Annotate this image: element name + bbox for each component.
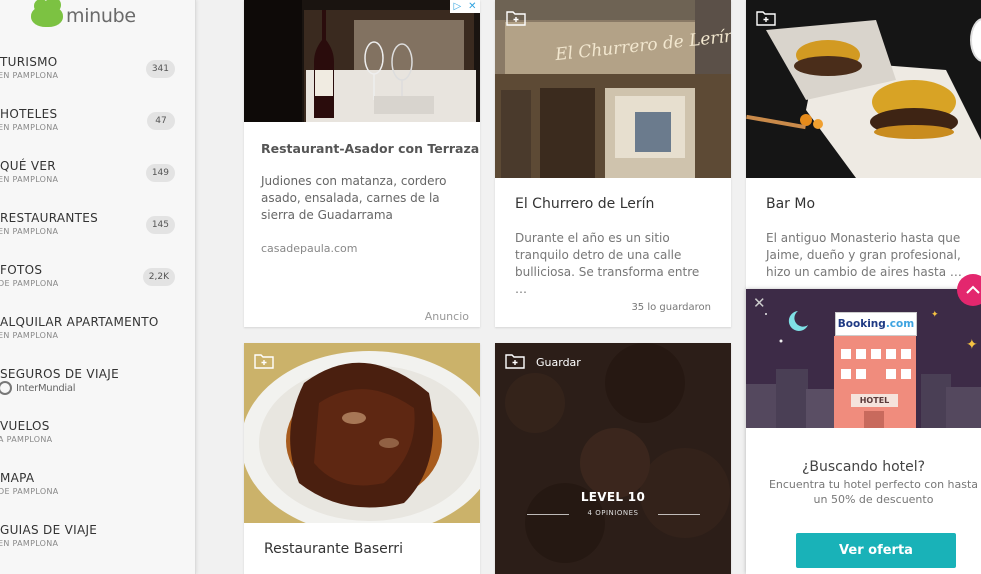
sidebar-item-fotos[interactable]: FOTOS DE PAMPLONA 2,2K	[0, 263, 190, 309]
place-title[interactable]: LEVEL 10	[495, 490, 731, 504]
save-button[interactable]: Guardar	[536, 356, 581, 369]
hotel-illustration: ✦ ✦	[746, 289, 981, 428]
booking-logo-suffix: .com	[885, 318, 915, 330]
intermundial-logo: InterMundial	[0, 381, 76, 395]
sidebar-item-mapa[interactable]: MAPA DE PAMPLONA	[0, 471, 190, 517]
place-title[interactable]: El Churrero de Lerín	[515, 196, 654, 212]
globe-icon	[0, 381, 12, 395]
close-icon[interactable]: ✕	[468, 1, 476, 12]
adchoices-icon: ▷	[453, 1, 462, 12]
place-card-bar-mo[interactable]: Bar Mo El antiguo Monasterio hasta que J…	[746, 0, 981, 290]
place-title[interactable]: Bar Mo	[766, 196, 815, 212]
svg-text:✦: ✦	[931, 310, 939, 320]
count-badge: 145	[145, 216, 175, 234]
sidebar-item-label: ALQUILAR APARTAMENTO	[0, 315, 159, 329]
booking-promo: ✦ ✦ Booking .com HOTEL ✕ ¿Buscando hotel?…	[746, 289, 981, 574]
sidebar-item-label: QUÉ VER	[0, 159, 56, 173]
booking-illustration: ✦ ✦	[746, 289, 981, 428]
place-image	[244, 343, 480, 523]
sidebar-item-vuelos[interactable]: VUELOS A PAMPLONA	[0, 419, 190, 465]
sidebar-item-label: GUIAS DE VIAJE	[0, 523, 98, 537]
sidebar-item-label: MAPA	[0, 471, 35, 485]
minube-logo[interactable]: minube	[31, 0, 136, 27]
sidebar-item-turismo[interactable]: TURISMO EN PAMPLONA 341	[0, 55, 190, 101]
ad-url[interactable]: casadepaula.com	[261, 242, 358, 255]
ad-image	[244, 0, 480, 122]
ad-choices[interactable]: ▷ ✕	[450, 0, 480, 13]
place-description: Durante el año es un sitio tranquilo det…	[515, 231, 700, 296]
page: minube TURISMO EN PAMPLONA 341 HOTELES E…	[0, 0, 981, 574]
sidebar: minube TURISMO EN PAMPLONA 341 HOTELES E…	[0, 0, 196, 574]
ad-label: Anuncio	[424, 310, 469, 323]
review-count: 4 OPINIONES	[587, 509, 639, 517]
close-icon[interactable]: ✕	[753, 294, 766, 312]
ad-description: Judiones con matanza, cordero asado, ens…	[261, 174, 447, 222]
image-overlay	[495, 343, 731, 574]
logo-text: minube	[66, 5, 136, 27]
sidebar-item-sublabel: EN PAMPLONA	[0, 175, 59, 184]
sidebar-item-label: SEGUROS DE VIAJE	[0, 367, 120, 381]
place-image: El Churrero de Lerín	[495, 0, 731, 178]
sidebar-item-label: VUELOS	[0, 419, 50, 433]
sidebar-item-seguros-de-viaje[interactable]: SEGUROS DE VIAJE InterMundial	[0, 367, 190, 413]
save-folder-icon[interactable]	[756, 10, 776, 26]
place-card-baserri[interactable]: Restaurante Baserri	[244, 343, 480, 574]
save-folder-icon[interactable]	[254, 353, 274, 369]
sidebar-item-label: RESTAURANTES	[0, 211, 99, 225]
save-folder-icon[interactable]	[506, 10, 526, 26]
place-title[interactable]: Restaurante Baserri	[264, 541, 403, 557]
place-card-level[interactable]: Guardar LEVEL 10 4 OPINIONES	[495, 343, 731, 574]
sidebar-item-label: TURISMO	[0, 55, 58, 69]
sidebar-item-sublabel: EN PAMPLONA	[0, 331, 59, 340]
place-card-churrero[interactable]: El Churrero de Lerín El Churrero de Lerí…	[495, 0, 731, 327]
svg-text:✦: ✦	[966, 337, 978, 353]
sidebar-item-sublabel: EN PAMPLONA	[0, 539, 59, 548]
save-folder-icon[interactable]	[505, 353, 525, 369]
count-badge: 341	[145, 60, 175, 78]
sidebar-item-que-ver[interactable]: QUÉ VER EN PAMPLONA 149	[0, 159, 190, 205]
sponsor-name: InterMundial	[16, 382, 76, 394]
sidebar-item-sublabel: DE PAMPLONA	[0, 487, 59, 496]
sidebar-item-label: FOTOS	[0, 263, 43, 277]
hotel-sign: HOTEL	[851, 394, 898, 407]
sidebar-item-sublabel: EN PAMPLONA	[0, 123, 59, 132]
booking-logo-main: Booking	[837, 318, 886, 330]
chevron-up-icon	[966, 285, 980, 294]
sidebar-item-sublabel: EN PAMPLONA	[0, 71, 59, 80]
sidebar-item-hoteles[interactable]: HOTELES EN PAMPLONA 47	[0, 107, 190, 153]
sidebar-item-sublabel: DE PAMPLONA	[0, 279, 59, 288]
saved-count: 35 lo guardaron	[631, 302, 711, 313]
ad-card[interactable]: ▷ ✕ Restaurant-Asador con Terraza Judion…	[244, 0, 480, 327]
count-badge: 149	[145, 164, 175, 182]
logo-cloud-icon	[31, 0, 63, 27]
booking-logo: Booking .com	[835, 312, 917, 336]
sidebar-item-guias-de-viaje[interactable]: GUIAS DE VIAJE EN PAMPLONA	[0, 523, 190, 569]
sidebar-item-sublabel: A PAMPLONA	[0, 435, 53, 444]
booking-subtext: Encuentra tu hotel perfecto con hasta un…	[768, 478, 979, 506]
place-description: El antiguo Monasterio hasta que Jaime, d…	[766, 231, 962, 279]
ad-title[interactable]: Restaurant-Asador con Terraza	[261, 141, 479, 156]
sidebar-item-restaurantes[interactable]: RESTAURANTES EN PAMPLONA 145	[0, 211, 190, 257]
sidebar-item-alquilar-apartamento[interactable]: ALQUILAR APARTAMENTO EN PAMPLONA	[0, 315, 190, 361]
scroll-to-top-button[interactable]	[957, 274, 981, 306]
count-badge: 47	[147, 112, 175, 130]
ver-oferta-button[interactable]: Ver oferta	[796, 533, 956, 568]
place-image	[746, 0, 981, 178]
sidebar-item-label: HOTELES	[0, 107, 58, 121]
booking-heading: ¿Buscando hotel?	[801, 459, 926, 475]
sidebar-item-sublabel: EN PAMPLONA	[0, 227, 59, 236]
count-badge: 2,2K	[142, 268, 175, 286]
